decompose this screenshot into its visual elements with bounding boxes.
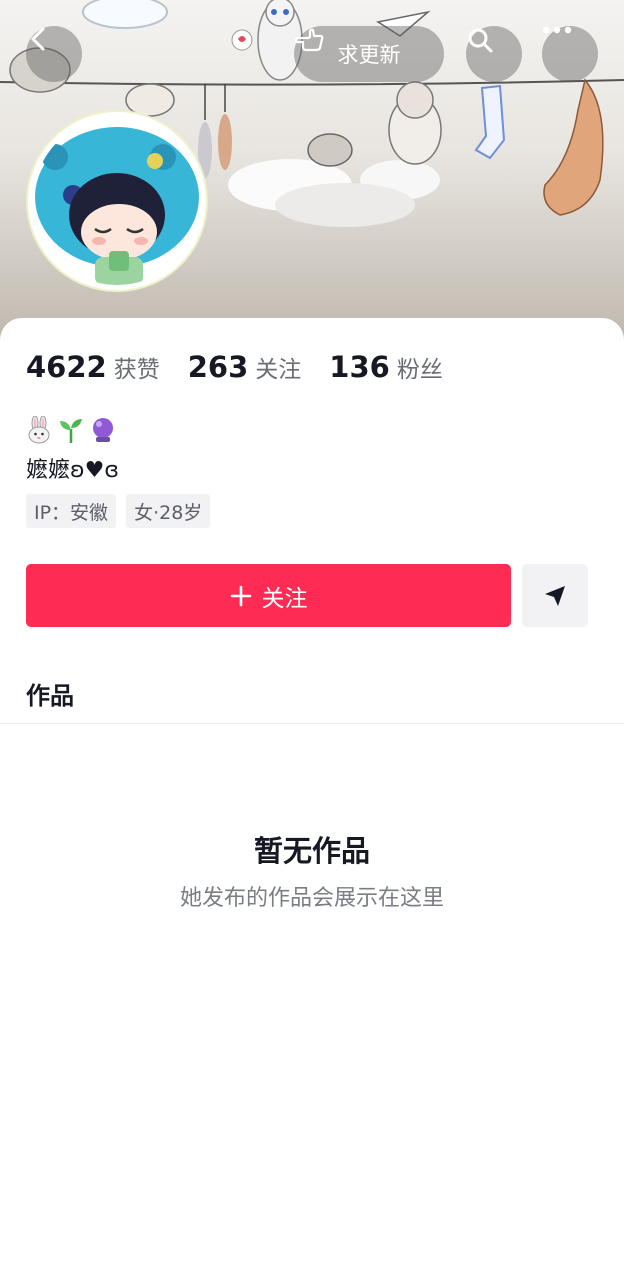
avatar[interactable] bbox=[26, 110, 208, 292]
stat-following-value: 263 bbox=[187, 350, 249, 384]
profile-page: 求更新 4622 获赞 263 关注 136 粉丝 嬷嬷ʚ♥ɞ IP：安徽 女·… bbox=[0, 0, 624, 1280]
search-button[interactable] bbox=[466, 26, 522, 82]
empty-works-subtitle: 她发布的作品会展示在这里 bbox=[179, 886, 444, 911]
gender-age-tag: 女·28岁 bbox=[126, 494, 211, 528]
stat-following[interactable]: 263 关注 bbox=[188, 350, 302, 384]
stats-row: 4622 获赞 263 关注 136 粉丝 bbox=[26, 350, 471, 384]
stat-followers-label: 粉丝 bbox=[396, 357, 443, 383]
plus-icon bbox=[230, 585, 251, 606]
avatar-image bbox=[33, 117, 201, 285]
works-section-title[interactable]: 作品 bbox=[26, 676, 74, 711]
stat-following-label: 关注 bbox=[255, 357, 302, 383]
back-icon bbox=[31, 27, 45, 51]
nickname: 嬷嬷ʚ♥ɞ bbox=[26, 458, 119, 483]
rabbit-emoji-icon bbox=[28, 416, 50, 444]
ip-location-tag: IP：安徽 bbox=[26, 494, 117, 528]
stat-followers[interactable]: 136 粉丝 bbox=[329, 350, 443, 384]
search-icon bbox=[468, 28, 493, 53]
more-icon bbox=[542, 26, 572, 34]
back-button[interactable] bbox=[26, 26, 82, 82]
profile-tags: IP：安徽 女·28岁 bbox=[26, 494, 211, 528]
bio-emoji-row bbox=[26, 416, 116, 444]
follow-button[interactable]: 关注 bbox=[26, 564, 511, 627]
empty-works-title: 暂无作品 bbox=[253, 834, 370, 868]
works-divider bbox=[0, 723, 624, 724]
pointing-hand-icon bbox=[294, 28, 324, 52]
request-update-label: 求更新 bbox=[337, 43, 401, 67]
stat-likes-label: 获赞 bbox=[113, 357, 160, 383]
send-icon bbox=[545, 585, 565, 606]
profile-card: 4622 获赞 263 关注 136 粉丝 嬷嬷ʚ♥ɞ IP：安徽 女·28岁 … bbox=[0, 318, 624, 1280]
send-message-button[interactable] bbox=[522, 564, 588, 627]
stat-likes-value: 4622 bbox=[26, 350, 107, 384]
more-button[interactable] bbox=[542, 26, 598, 82]
request-update-button[interactable]: 求更新 bbox=[294, 26, 444, 82]
stat-likes[interactable]: 4622 获赞 bbox=[26, 350, 160, 384]
stat-followers-value: 136 bbox=[329, 350, 390, 384]
crystal-ball-emoji-icon bbox=[93, 418, 113, 442]
follow-label: 关注 bbox=[261, 585, 308, 612]
seedling-emoji-icon bbox=[60, 419, 82, 443]
